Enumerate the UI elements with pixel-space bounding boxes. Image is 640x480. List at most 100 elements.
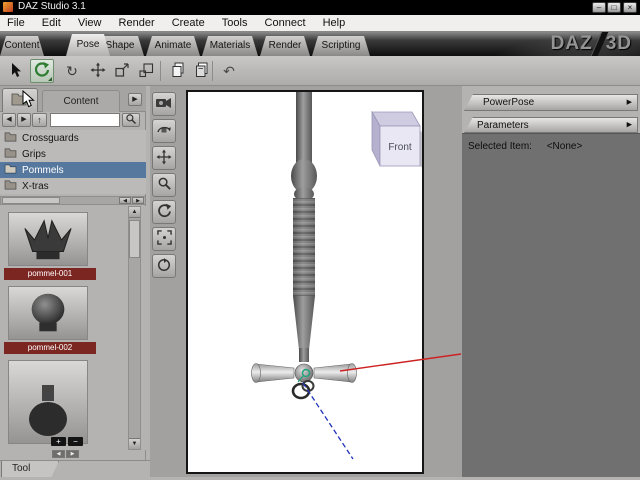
selected-item-value: <None> bbox=[546, 141, 583, 152]
window-title: DAZ Studio 3.1 bbox=[18, 1, 86, 12]
vscroll-thumb[interactable] bbox=[129, 220, 140, 258]
vscroll-down-button[interactable]: ▼ bbox=[129, 438, 140, 449]
folder-item-grips[interactable]: Grips bbox=[0, 146, 146, 162]
scale-tool-button[interactable] bbox=[134, 59, 158, 83]
pane-menu-arrow-button[interactable]: ▶ bbox=[128, 93, 142, 106]
folder-label: Grips bbox=[22, 148, 46, 160]
search-input[interactable] bbox=[50, 113, 120, 127]
camera-icon bbox=[155, 96, 173, 113]
tab-scripting[interactable]: Scripting bbox=[312, 36, 370, 56]
node-select-tool-button[interactable] bbox=[4, 59, 28, 83]
thumbnail-hscrollbar[interactable]: ◀ ▶ bbox=[0, 450, 146, 459]
content-pane-tab[interactable]: Content bbox=[42, 90, 120, 112]
app-icon bbox=[3, 2, 13, 12]
thumbnail-vscrollbar[interactable]: ▲ ▼ bbox=[128, 206, 141, 450]
parameters-label: Parameters bbox=[477, 120, 529, 131]
maximize-button[interactable]: □ bbox=[607, 2, 621, 13]
thumb-hscroll-right-button[interactable]: ▶ bbox=[66, 450, 79, 458]
tab-animate[interactable]: Animate bbox=[146, 36, 200, 56]
content-nav-row: ◀ ▶ ↑ bbox=[0, 112, 146, 130]
reset-camera-button[interactable] bbox=[152, 254, 176, 278]
duplicate-pages-icon bbox=[194, 62, 210, 81]
menu-create[interactable]: Create bbox=[165, 15, 212, 31]
asset-thumbnail-pommel-001[interactable] bbox=[8, 212, 88, 266]
folder-label: Pommels bbox=[22, 164, 64, 176]
parameters-expand-arrow-icon[interactable]: ▶ bbox=[627, 118, 632, 133]
selected-item-label: Selected Item: bbox=[468, 141, 532, 152]
right-panel: PowerPose ▶ Parameters ▶ Selected Item: … bbox=[462, 86, 640, 480]
duplicate-button[interactable] bbox=[190, 59, 214, 83]
activity-tab-bar: Content Pose Shape Animate Materials Ren… bbox=[0, 32, 640, 56]
tab-render[interactable]: Render bbox=[260, 36, 310, 56]
tool-pane-tab[interactable]: Tool bbox=[1, 461, 59, 478]
folder-icon bbox=[4, 164, 17, 177]
nav-forward-button[interactable]: ▶ bbox=[17, 113, 31, 127]
folder-icon bbox=[4, 148, 17, 161]
asset-thumbnail-pommel-002[interactable] bbox=[8, 286, 88, 340]
menu-edit[interactable]: Edit bbox=[35, 15, 68, 31]
powerpose-expand-arrow-icon[interactable]: ▶ bbox=[627, 95, 632, 111]
folder-item-crossguards[interactable]: Crossguards bbox=[0, 130, 146, 146]
tab-content[interactable]: Content bbox=[0, 36, 44, 56]
folder-item-pommels[interactable]: Pommels bbox=[0, 162, 146, 178]
powerpose-pane-bar[interactable]: PowerPose ▶ bbox=[464, 94, 638, 111]
thumb-zoom-in-button[interactable]: + bbox=[51, 437, 66, 446]
hscroll-right-button[interactable]: ▶ bbox=[132, 197, 144, 204]
undo-button[interactable]: ↶ bbox=[217, 59, 241, 83]
folder-item-x-tras[interactable]: X-tras bbox=[0, 178, 146, 194]
hscroll-left-button[interactable]: ◀ bbox=[119, 197, 131, 204]
parameters-content: Selected Item: <None> bbox=[462, 133, 640, 480]
move-cross-icon bbox=[90, 62, 106, 81]
frame-corners-icon bbox=[156, 230, 172, 248]
rotate-tool-button-active[interactable] bbox=[30, 59, 54, 83]
view-cube-label: Front bbox=[388, 142, 412, 153]
frame-object-button[interactable] bbox=[152, 227, 176, 251]
close-button[interactable]: × bbox=[623, 2, 637, 13]
menu-help[interactable]: Help bbox=[316, 15, 353, 31]
open-folder-icon bbox=[11, 93, 29, 109]
folder-label: X-tras bbox=[22, 180, 49, 192]
menu-tools[interactable]: Tools bbox=[215, 15, 255, 31]
daz-studio-window: DAZ Studio 3.1 – □ × File Edit View Rend… bbox=[0, 0, 640, 480]
asset-thumbnail-partial[interactable]: + − bbox=[8, 360, 88, 446]
asset-thumbnail-list: pommel-001 pommel-002 + − ▲ ▼ bbox=[0, 206, 146, 450]
menu-render[interactable]: Render bbox=[112, 15, 162, 31]
thumb-zoom-out-button[interactable]: − bbox=[68, 437, 83, 446]
tab-materials[interactable]: Materials bbox=[202, 36, 258, 56]
logo-daz-text: DAZ bbox=[550, 33, 593, 54]
folder-icon bbox=[4, 132, 17, 145]
rotate-camera-button[interactable] bbox=[152, 200, 176, 224]
hscroll-thumb[interactable] bbox=[2, 197, 60, 204]
orbit-camera-button[interactable] bbox=[152, 119, 176, 143]
search-button[interactable] bbox=[122, 113, 140, 127]
title-bar: DAZ Studio 3.1 – □ × bbox=[0, 0, 640, 15]
folder-view-tab[interactable] bbox=[2, 88, 38, 112]
zoom-camera-button[interactable] bbox=[152, 173, 176, 197]
vscroll-up-button[interactable]: ▲ bbox=[129, 207, 140, 218]
menu-file[interactable]: File bbox=[0, 15, 32, 31]
parameters-pane-bar[interactable]: Parameters ▶ bbox=[464, 117, 638, 133]
orbit-icon bbox=[156, 122, 172, 141]
copy-button[interactable] bbox=[166, 59, 190, 83]
daz3d-logo: DAZ 3D bbox=[551, 32, 632, 56]
folder-list-hscrollbar[interactable]: ◀ ▶ bbox=[0, 196, 146, 205]
tab-pose[interactable]: Pose bbox=[66, 34, 110, 56]
view-cube[interactable]: Front bbox=[371, 110, 426, 170]
tool-dropdown-arrow-icon bbox=[48, 77, 52, 81]
menu-view[interactable]: View bbox=[71, 15, 109, 31]
asset-label[interactable]: pommel-002 bbox=[4, 342, 96, 354]
pan-camera-button[interactable] bbox=[152, 146, 176, 170]
scene-canvas[interactable]: Front bbox=[186, 90, 426, 474]
camera-view-button[interactable] bbox=[152, 92, 176, 116]
translate-tool-button[interactable] bbox=[86, 59, 110, 83]
minimize-button[interactable]: – bbox=[592, 2, 606, 13]
nav-up-button[interactable]: ↑ bbox=[32, 113, 47, 127]
folder-icon bbox=[4, 180, 17, 193]
transform-tool-button[interactable] bbox=[110, 59, 134, 83]
thumb-hscroll-left-button[interactable]: ◀ bbox=[52, 450, 65, 458]
menu-connect[interactable]: Connect bbox=[258, 15, 313, 31]
asset-label[interactable]: pommel-001 bbox=[4, 268, 96, 280]
content-panel-tabstrip: Content ▶ bbox=[0, 86, 146, 112]
orbit-tool-button[interactable]: ↻ bbox=[60, 59, 84, 83]
nav-back-button[interactable]: ◀ bbox=[2, 113, 16, 127]
